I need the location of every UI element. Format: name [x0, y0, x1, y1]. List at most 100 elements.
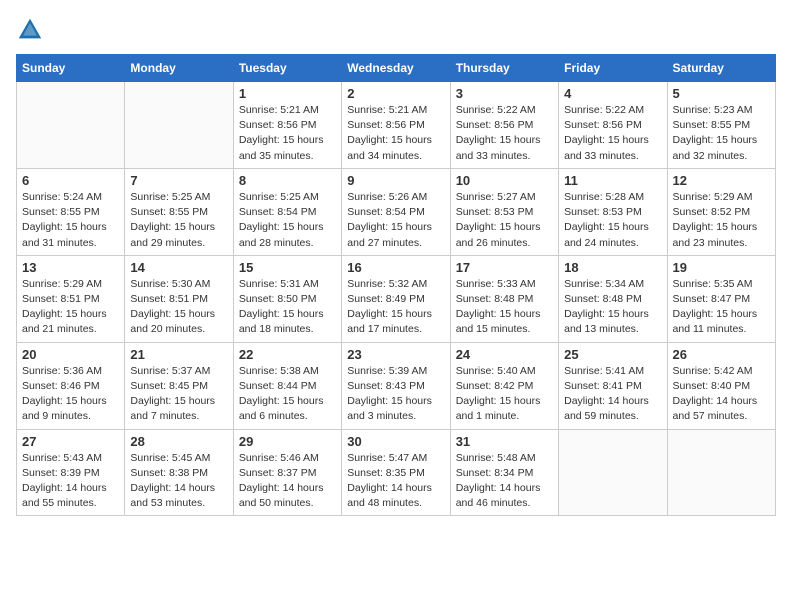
cell-detail: Sunrise: 5:24 AM Sunset: 8:55 PM Dayligh…	[22, 190, 119, 251]
day-header-tuesday: Tuesday	[233, 55, 341, 82]
calendar-cell: 7Sunrise: 5:25 AM Sunset: 8:55 PM Daylig…	[125, 168, 233, 255]
cell-detail: Sunrise: 5:30 AM Sunset: 8:51 PM Dayligh…	[130, 277, 227, 338]
cell-detail: Sunrise: 5:48 AM Sunset: 8:34 PM Dayligh…	[456, 451, 553, 512]
cell-detail: Sunrise: 5:21 AM Sunset: 8:56 PM Dayligh…	[239, 103, 336, 164]
day-header-wednesday: Wednesday	[342, 55, 450, 82]
day-number: 11	[564, 173, 661, 188]
day-number: 10	[456, 173, 553, 188]
day-number: 15	[239, 260, 336, 275]
day-number: 3	[456, 86, 553, 101]
cell-detail: Sunrise: 5:43 AM Sunset: 8:39 PM Dayligh…	[22, 451, 119, 512]
calendar-cell: 29 Sunrise: 5:46 AM Sunset: 8:37 PM Dayli…	[233, 429, 341, 516]
day-number: 6	[22, 173, 119, 188]
day-number: 27	[22, 434, 119, 449]
cell-detail: Sunrise: 5:41 AM Sunset: 8:41 PM Dayligh…	[564, 364, 661, 425]
calendar-cell: 20 Sunrise: 5:36 AM Sunset: 8:46 PM Dayli…	[17, 342, 125, 429]
calendar-cell: 30 Sunrise: 5:47 AM Sunset: 8:35 PM Dayli…	[342, 429, 450, 516]
logo	[16, 16, 48, 44]
calendar-week-row: 27 Sunrise: 5:43 AM Sunset: 8:39 PM Dayli…	[17, 429, 776, 516]
cell-detail: Sunrise: 5:32 AM Sunset: 8:49 PM Dayligh…	[347, 277, 444, 338]
day-number: 29	[239, 434, 336, 449]
cell-detail: Sunrise: 5:37 AM Sunset: 8:45 PM Dayligh…	[130, 364, 227, 425]
calendar-cell: 15 Sunrise: 5:31 AM Sunset: 8:50 PM Dayli…	[233, 255, 341, 342]
day-number: 12	[673, 173, 770, 188]
calendar-cell: 10 Sunrise: 5:27 AM Sunset: 8:53 PM Dayli…	[450, 168, 558, 255]
cell-detail: Sunrise: 5:45 AM Sunset: 8:38 PM Dayligh…	[130, 451, 227, 512]
calendar-cell: 8 Sunrise: 5:25 AM Sunset: 8:54 PM Daylig…	[233, 168, 341, 255]
calendar-cell: 2 Sunrise: 5:21 AM Sunset: 8:56 PM Daylig…	[342, 82, 450, 169]
cell-detail: Sunrise: 5:31 AM Sunset: 8:50 PM Dayligh…	[239, 277, 336, 338]
cell-detail: Sunrise: 5:27 AM Sunset: 8:53 PM Dayligh…	[456, 190, 553, 251]
calendar-week-row: 6 Sunrise: 5:24 AM Sunset: 8:55 PM Daylig…	[17, 168, 776, 255]
calendar-cell: 17 Sunrise: 5:33 AM Sunset: 8:48 PM Dayli…	[450, 255, 558, 342]
day-number: 24	[456, 347, 553, 362]
day-number: 17	[456, 260, 553, 275]
calendar-cell	[559, 429, 667, 516]
calendar-cell: 11 Sunrise: 5:28 AM Sunset: 8:53 PM Dayli…	[559, 168, 667, 255]
day-number: 13	[22, 260, 119, 275]
cell-detail: Sunrise: 5:29 AM Sunset: 8:52 PM Dayligh…	[673, 190, 770, 251]
calendar-cell: 19Sunrise: 5:35 AM Sunset: 8:47 PM Dayli…	[667, 255, 775, 342]
cell-detail: Sunrise: 5:47 AM Sunset: 8:35 PM Dayligh…	[347, 451, 444, 512]
calendar-cell: 13 Sunrise: 5:29 AM Sunset: 8:51 PM Dayli…	[17, 255, 125, 342]
calendar-cell: 3 Sunrise: 5:22 AM Sunset: 8:56 PM Daylig…	[450, 82, 558, 169]
calendar-cell: 4Sunrise: 5:22 AM Sunset: 8:56 PM Daylig…	[559, 82, 667, 169]
calendar-cell: 9 Sunrise: 5:26 AM Sunset: 8:54 PM Daylig…	[342, 168, 450, 255]
day-number: 30	[347, 434, 444, 449]
day-header-friday: Friday	[559, 55, 667, 82]
day-number: 20	[22, 347, 119, 362]
day-number: 26	[673, 347, 770, 362]
calendar-cell: 16 Sunrise: 5:32 AM Sunset: 8:49 PM Dayli…	[342, 255, 450, 342]
day-number: 1	[239, 86, 336, 101]
cell-detail: Sunrise: 5:23 AM Sunset: 8:55 PM Dayligh…	[673, 103, 770, 164]
day-header-saturday: Saturday	[667, 55, 775, 82]
day-number: 14	[130, 260, 227, 275]
day-number: 18	[564, 260, 661, 275]
calendar-cell: 26 Sunrise: 5:42 AM Sunset: 8:40 PM Dayli…	[667, 342, 775, 429]
cell-detail: Sunrise: 5:21 AM Sunset: 8:56 PM Dayligh…	[347, 103, 444, 164]
calendar-cell: 21 Sunrise: 5:37 AM Sunset: 8:45 PM Dayli…	[125, 342, 233, 429]
cell-detail: Sunrise: 5:22 AM Sunset: 8:56 PM Dayligh…	[456, 103, 553, 164]
calendar-cell: 12 Sunrise: 5:29 AM Sunset: 8:52 PM Dayli…	[667, 168, 775, 255]
calendar-cell: 6 Sunrise: 5:24 AM Sunset: 8:55 PM Daylig…	[17, 168, 125, 255]
calendar-cell: 24 Sunrise: 5:40 AM Sunset: 8:42 PM Dayli…	[450, 342, 558, 429]
calendar-cell: 1 Sunrise: 5:21 AM Sunset: 8:56 PM Daylig…	[233, 82, 341, 169]
calendar-week-row: 20 Sunrise: 5:36 AM Sunset: 8:46 PM Dayli…	[17, 342, 776, 429]
calendar-cell: 22Sunrise: 5:38 AM Sunset: 8:44 PM Dayli…	[233, 342, 341, 429]
cell-detail: Sunrise: 5:34 AM Sunset: 8:48 PM Dayligh…	[564, 277, 661, 338]
calendar-cell: 18 Sunrise: 5:34 AM Sunset: 8:48 PM Dayli…	[559, 255, 667, 342]
calendar-cell	[667, 429, 775, 516]
cell-detail: Sunrise: 5:26 AM Sunset: 8:54 PM Dayligh…	[347, 190, 444, 251]
calendar-cell: 14 Sunrise: 5:30 AM Sunset: 8:51 PM Dayli…	[125, 255, 233, 342]
cell-detail: Sunrise: 5:33 AM Sunset: 8:48 PM Dayligh…	[456, 277, 553, 338]
day-number: 21	[130, 347, 227, 362]
day-number: 28	[130, 434, 227, 449]
calendar-table: SundayMondayTuesdayWednesdayThursdayFrid…	[16, 54, 776, 516]
calendar-week-row: 13 Sunrise: 5:29 AM Sunset: 8:51 PM Dayli…	[17, 255, 776, 342]
calendar-cell	[17, 82, 125, 169]
day-number: 16	[347, 260, 444, 275]
day-number: 2	[347, 86, 444, 101]
day-header-sunday: Sunday	[17, 55, 125, 82]
cell-detail: Sunrise: 5:40 AM Sunset: 8:42 PM Dayligh…	[456, 364, 553, 425]
cell-detail: Sunrise: 5:42 AM Sunset: 8:40 PM Dayligh…	[673, 364, 770, 425]
calendar-cell: 23 Sunrise: 5:39 AM Sunset: 8:43 PM Dayli…	[342, 342, 450, 429]
day-number: 23	[347, 347, 444, 362]
calendar-cell: 31 Sunrise: 5:48 AM Sunset: 8:34 PM Dayli…	[450, 429, 558, 516]
day-number: 4	[564, 86, 661, 101]
cell-detail: Sunrise: 5:36 AM Sunset: 8:46 PM Dayligh…	[22, 364, 119, 425]
cell-detail: Sunrise: 5:25 AM Sunset: 8:54 PM Dayligh…	[239, 190, 336, 251]
day-number: 31	[456, 434, 553, 449]
day-number: 9	[347, 173, 444, 188]
cell-detail: Sunrise: 5:39 AM Sunset: 8:43 PM Dayligh…	[347, 364, 444, 425]
day-header-monday: Monday	[125, 55, 233, 82]
cell-detail: Sunrise: 5:28 AM Sunset: 8:53 PM Dayligh…	[564, 190, 661, 251]
day-number: 5	[673, 86, 770, 101]
cell-detail: Sunrise: 5:29 AM Sunset: 8:51 PM Dayligh…	[22, 277, 119, 338]
day-header-thursday: Thursday	[450, 55, 558, 82]
day-number: 7	[130, 173, 227, 188]
cell-detail: Sunrise: 5:35 AM Sunset: 8:47 PM Dayligh…	[673, 277, 770, 338]
day-number: 8	[239, 173, 336, 188]
cell-detail: Sunrise: 5:46 AM Sunset: 8:37 PM Dayligh…	[239, 451, 336, 512]
calendar-cell: 5 Sunrise: 5:23 AM Sunset: 8:55 PM Daylig…	[667, 82, 775, 169]
